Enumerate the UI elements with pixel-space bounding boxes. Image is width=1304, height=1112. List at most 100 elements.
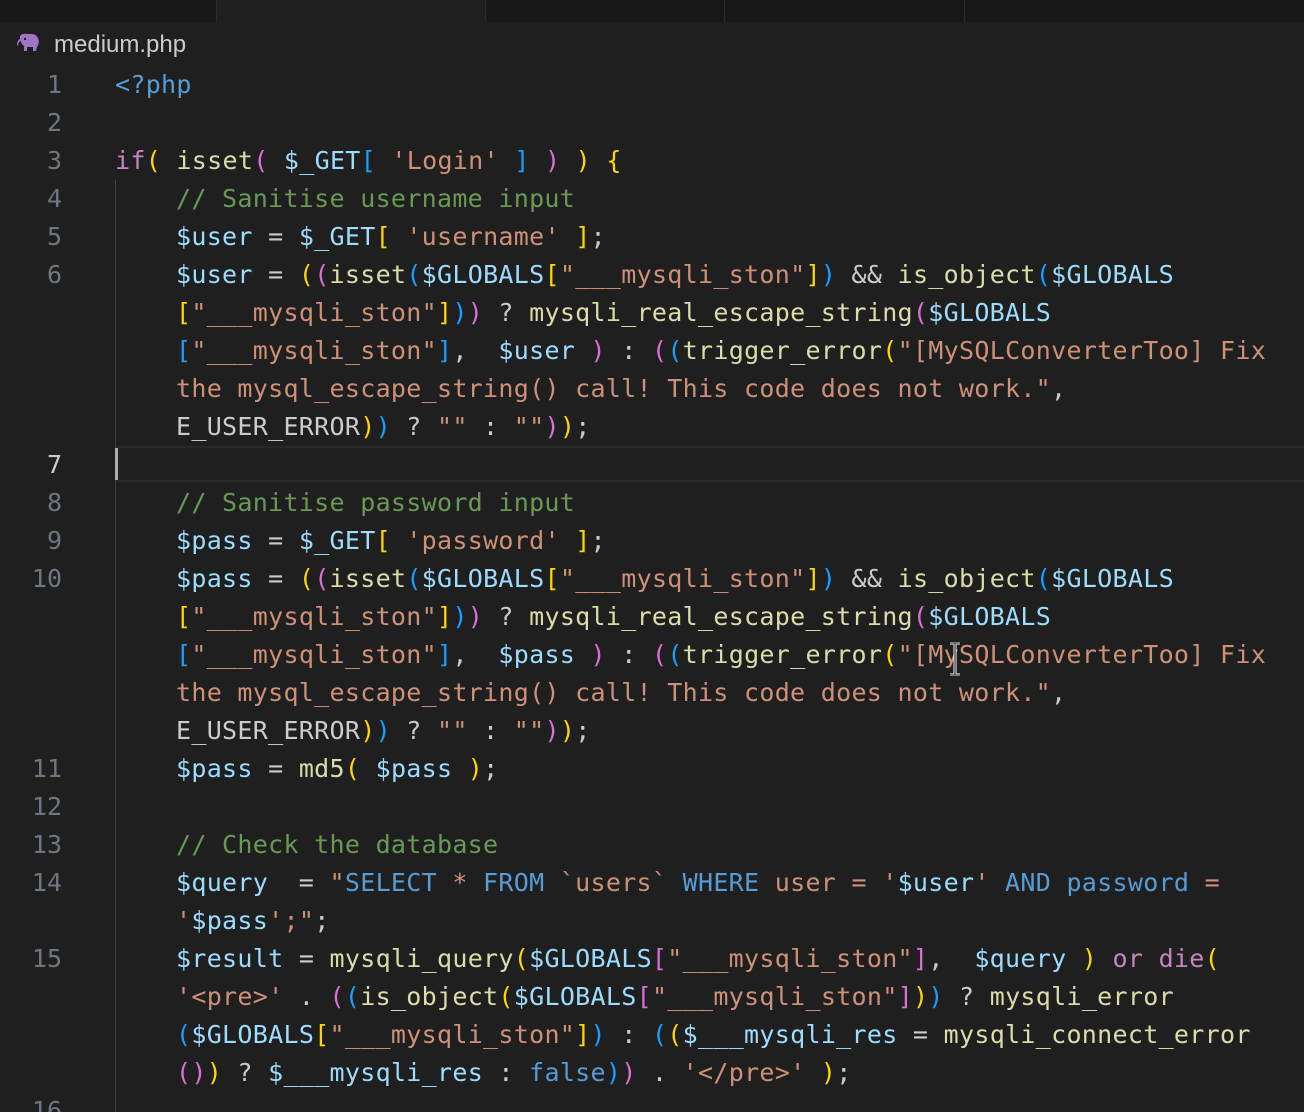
- code-line[interactable]: ["___mysqli_ston"], $pass ) : ((trigger_…: [176, 636, 1266, 674]
- line-number: 4: [46, 184, 62, 213]
- bracket: ): [559, 716, 576, 745]
- code-line[interactable]: if( isset( $_GET[ 'Login' ] ) ) {: [115, 142, 622, 180]
- sql-keyword: SELECT: [344, 868, 437, 897]
- code-line[interactable]: $result = mysqli_query($GLOBALS["___mysq…: [176, 940, 1220, 978]
- code-line[interactable]: <?php: [115, 66, 192, 104]
- breadcrumb: medium.php: [0, 22, 1304, 68]
- code-line[interactable]: ($GLOBALS["___mysqli_ston"]) : (($___mys…: [176, 1016, 1251, 1054]
- bracket: ): [467, 298, 484, 327]
- variable: $___mysqli_res: [682, 1020, 898, 1049]
- function-name: mysqli_query: [329, 944, 514, 973]
- function-name: isset: [176, 146, 254, 175]
- code-line[interactable]: '$pass';";: [176, 902, 330, 940]
- ibeam-cursor-icon: [950, 642, 960, 676]
- code-line[interactable]: ["___mysqli_ston"])) ? mysqli_real_escap…: [176, 294, 1051, 332]
- bracket: (: [298, 564, 315, 593]
- bracket: {: [606, 146, 622, 175]
- bracket: (: [253, 146, 269, 175]
- bracket: ): [575, 146, 592, 175]
- function-name: trigger_error: [682, 336, 883, 365]
- code-text: =: [252, 564, 299, 593]
- code-line[interactable]: '<pre>' . ((is_object($GLOBALS["___mysql…: [176, 978, 1174, 1016]
- line-number: 1: [46, 70, 62, 99]
- variable: $pass: [498, 640, 576, 669]
- code-line[interactable]: ()) ? $___mysqli_res : false)) . '</pre>…: [176, 1054, 852, 1092]
- variable: $GLOBALS: [421, 260, 545, 289]
- code-line[interactable]: $user = ((isset($GLOBALS["___mysqli_ston…: [176, 256, 1174, 294]
- editor-tab-1[interactable]: [0, 0, 217, 22]
- line-number: 11: [31, 754, 62, 783]
- function-name: trigger_error: [682, 640, 883, 669]
- code-text: :: [467, 716, 514, 745]
- function-name: mysqli_real_escape_string: [529, 298, 913, 327]
- code-line[interactable]: the mysql_escape_string() call! This cod…: [176, 674, 1066, 712]
- string-literal: 'username': [406, 222, 560, 251]
- php-open-tag: <?php: [115, 70, 192, 99]
- comment: // Sanitise username input: [176, 184, 576, 213]
- bracket: ]: [436, 602, 453, 631]
- bracket: ): [928, 982, 944, 1011]
- code-line[interactable]: ["___mysqli_ston"])) ? mysqli_real_escap…: [176, 598, 1051, 636]
- line-number: [0, 598, 62, 636]
- code-line[interactable]: ["___mysqli_ston"], $user ) : ((trigger_…: [176, 332, 1266, 370]
- bracket: ): [360, 412, 376, 441]
- code-line[interactable]: $user = $_GET[ 'username' ];: [176, 218, 606, 256]
- line-number: [0, 902, 62, 940]
- code-text: ;: [575, 412, 591, 441]
- bracket: ): [191, 1058, 207, 1087]
- editor-tab-4[interactable]: [725, 0, 965, 22]
- bracket: ): [820, 1058, 837, 1087]
- line-number: 9: [46, 526, 62, 555]
- editor-tab-3[interactable]: [486, 0, 725, 22]
- code-editor[interactable]: 1 2 3 4 5 6 7 8 9 10 11 12 13 14 15 16 <?php if( isset( …: [0, 66, 1304, 1112]
- bracket: ): [544, 146, 561, 175]
- string-literal: "___mysqli_ston": [191, 298, 437, 327]
- code-text: =: [252, 754, 299, 783]
- code-line[interactable]: // Sanitise password input: [176, 484, 575, 522]
- code-line[interactable]: // Sanitise username input: [176, 180, 575, 218]
- line-number: 16: [31, 1096, 62, 1112]
- code-line[interactable]: E_USER_ERROR)) ? "" : ""));: [176, 712, 591, 750]
- bracket: ): [544, 412, 560, 441]
- string-literal: ';": [268, 906, 315, 935]
- code-line[interactable]: $pass = ((isset($GLOBALS["___mysqli_ston…: [176, 560, 1174, 598]
- code-text: :: [605, 640, 652, 669]
- string-literal: "": [437, 716, 468, 745]
- code-line[interactable]: $pass = md5( $pass );: [176, 750, 498, 788]
- function-name: mysqli_error: [989, 982, 1174, 1011]
- bracket: ]: [575, 222, 591, 251]
- bracket: ]: [575, 526, 591, 555]
- editor-tab-active[interactable]: [217, 0, 486, 22]
- line-number: [0, 294, 62, 332]
- bracket: ]: [575, 1020, 591, 1049]
- code-text: ?: [390, 412, 437, 441]
- code-line[interactable]: the mysql_escape_string() call! This cod…: [176, 370, 1066, 408]
- code-line[interactable]: // Check the database: [176, 826, 498, 864]
- variable: $pass: [176, 526, 253, 555]
- bracket: (: [667, 336, 683, 365]
- bracket: ): [590, 640, 606, 669]
- string-literal: ": [329, 868, 345, 897]
- code-text: ,: [928, 944, 975, 973]
- line-number: 10: [31, 564, 62, 593]
- string-literal: `users`: [544, 868, 683, 897]
- string-literal: ': [176, 906, 192, 935]
- bracket: ): [467, 754, 484, 783]
- bracket: [: [375, 222, 391, 251]
- bracket: (: [882, 640, 898, 669]
- code-line[interactable]: $pass = $_GET[ 'password' ];: [176, 522, 606, 560]
- variable: $result: [176, 944, 284, 973]
- code-line[interactable]: $query = "SELECT * FROM `users` WHERE us…: [176, 864, 1220, 902]
- line-number: [0, 408, 62, 446]
- code-line[interactable]: E_USER_ERROR)) ? "" : ""));: [176, 408, 591, 446]
- breadcrumb-filename[interactable]: medium.php: [54, 31, 186, 59]
- code-text: ;: [314, 906, 330, 935]
